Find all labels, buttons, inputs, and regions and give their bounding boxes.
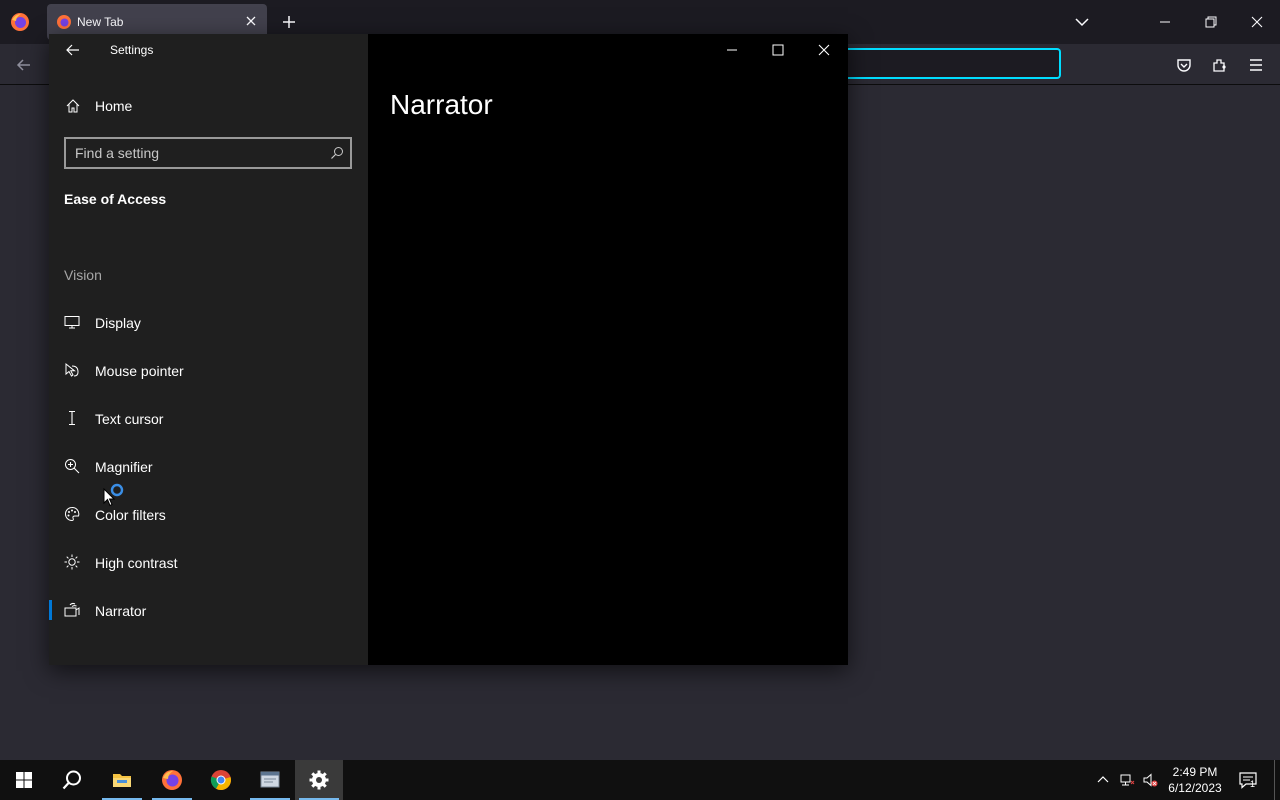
folder-icon	[113, 774, 131, 787]
palette-icon	[65, 506, 80, 522]
close-icon[interactable]	[1249, 14, 1265, 30]
group-label: Vision	[64, 267, 102, 283]
nav-item-label: High contrast	[95, 555, 178, 571]
search-box[interactable]	[64, 137, 352, 169]
nav-item-label: Magnifier	[95, 459, 153, 475]
back-arrow-icon[interactable]	[15, 56, 33, 74]
minimize-icon[interactable]	[724, 42, 740, 58]
window-app-icon	[260, 771, 280, 788]
page-title: Narrator	[390, 89, 493, 120]
system-clock[interactable]: 2:49 PM 6/12/2023	[1160, 764, 1230, 796]
firefox-logo-icon	[162, 770, 182, 790]
window-title: Settings	[110, 43, 154, 57]
nav-item-mouse-pointer[interactable]: Mouse pointer	[49, 350, 367, 390]
text-cursor-icon	[69, 410, 75, 426]
start-button[interactable]	[0, 760, 48, 800]
chevron-down-icon[interactable]	[1074, 14, 1090, 30]
nav-item-narrator[interactable]: Narrator	[49, 590, 367, 630]
nav-item-text-cursor[interactable]: Text cursor	[49, 398, 367, 438]
close-icon[interactable]	[816, 42, 832, 58]
network-icon[interactable]	[1119, 772, 1135, 788]
settings-window: Settings Home Ease of Access Vision Disp…	[49, 34, 848, 665]
search-input[interactable]	[75, 143, 325, 163]
search-button[interactable]	[48, 760, 96, 800]
notification-count: 1	[1250, 779, 1256, 789]
close-tab-icon[interactable]	[245, 15, 257, 27]
menu-icon[interactable]	[1247, 56, 1265, 74]
narrator-icon	[64, 602, 80, 617]
mouse-pointer-icon	[65, 362, 79, 377]
firefox-logo-icon[interactable]	[10, 12, 30, 32]
file-explorer-button[interactable]	[98, 760, 146, 800]
windows-logo-icon	[16, 772, 32, 788]
search-icon	[62, 770, 81, 790]
new-tab-icon[interactable]	[280, 13, 298, 31]
maximize-icon[interactable]	[770, 42, 786, 58]
nav-item-label: Mouse pointer	[95, 363, 184, 379]
nav-item-color-filters[interactable]: Color filters	[49, 494, 367, 534]
chrome-logo-icon	[210, 770, 231, 791]
url-bar[interactable]	[848, 48, 1061, 79]
nav-item-magnifier[interactable]: Magnifier	[49, 446, 367, 486]
chevron-up-icon[interactable]	[1095, 772, 1111, 788]
nav-item-label: Color filters	[95, 507, 166, 523]
settings-taskbar-button[interactable]	[295, 760, 343, 800]
home-icon	[66, 99, 80, 113]
home-label: Home	[95, 98, 133, 114]
settings-sidebar: Settings Home Ease of Access Vision Disp…	[49, 34, 368, 665]
nav-item-label: Narrator	[95, 603, 147, 619]
back-arrow-icon[interactable]	[65, 42, 81, 58]
clock-time: 2:49 PM	[1172, 765, 1218, 779]
clock-date: 6/12/2023	[1168, 781, 1222, 795]
monitor-icon	[64, 316, 80, 329]
app-taskbar-button[interactable]	[246, 760, 294, 800]
settings-content: Narrator	[368, 34, 848, 665]
chrome-taskbar-button[interactable]	[197, 760, 245, 800]
firefox-favicon-icon	[57, 15, 71, 29]
nav-item-label: Text cursor	[95, 411, 164, 427]
magnifier-icon	[65, 459, 80, 474]
home-nav-item[interactable]: Home	[64, 96, 354, 120]
selection-indicator	[49, 600, 52, 620]
firefox-taskbar-button[interactable]	[148, 760, 196, 800]
search-icon[interactable]	[330, 146, 344, 160]
extensions-icon[interactable]	[1211, 56, 1229, 74]
section-title: Ease of Access	[64, 191, 167, 207]
tab-title: New Tab	[77, 15, 124, 29]
nav-item-label: Display	[95, 315, 141, 331]
taskbar: 2:49 PM 6/12/2023 1	[0, 760, 1280, 800]
restore-icon[interactable]	[1203, 14, 1219, 30]
pocket-icon[interactable]	[1175, 56, 1193, 74]
sun-icon	[64, 554, 80, 570]
gear-icon	[309, 770, 329, 790]
minimize-icon[interactable]	[1157, 14, 1173, 30]
volume-muted-icon[interactable]	[1142, 772, 1158, 788]
nav-item-high-contrast[interactable]: High contrast	[49, 542, 367, 582]
nav-item-display[interactable]: Display	[49, 302, 367, 342]
mouse-cursor-icon	[103, 488, 115, 507]
show-desktop-button[interactable]	[1274, 760, 1275, 800]
